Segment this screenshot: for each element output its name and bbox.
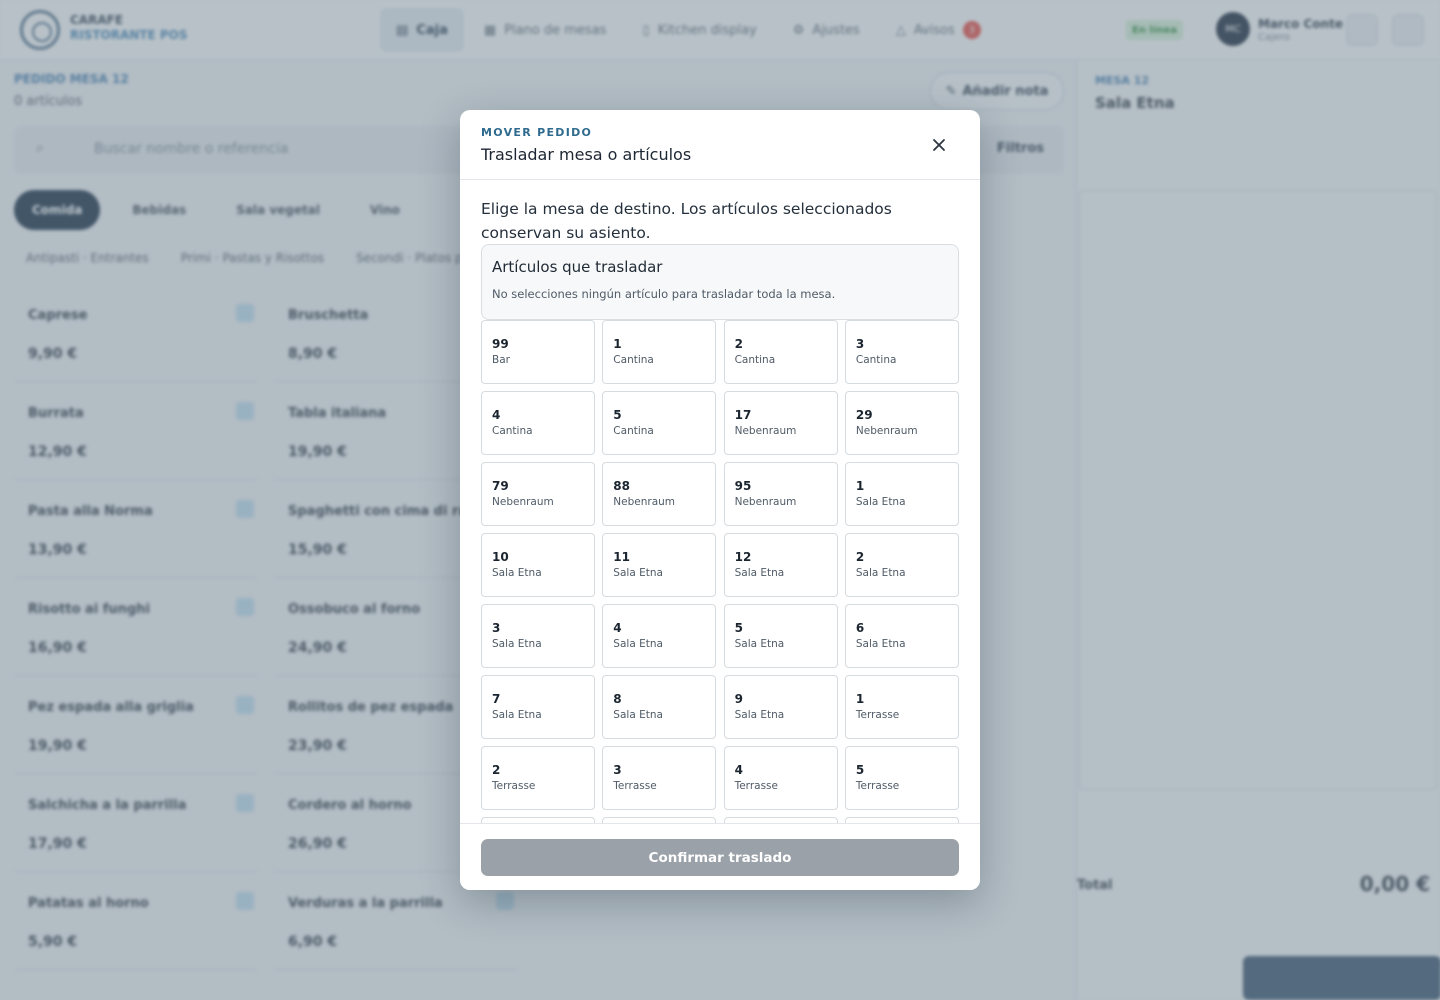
- table-option[interactable]: 11 Sala Etna: [602, 533, 717, 597]
- items-to-move-section: Artículos que trasladar No selecciones n…: [481, 244, 959, 320]
- table-option[interactable]: 6 Sala Etna: [844, 604, 959, 668]
- table-number: 1: [613, 337, 622, 351]
- table-number: 3: [855, 337, 865, 351]
- close-button[interactable]: [924, 130, 954, 160]
- table-number: 2: [734, 337, 743, 351]
- table-option[interactable]: 2 Terrasse: [481, 746, 595, 810]
- table-room: Sala Etna: [613, 709, 663, 721]
- table-number: 10: [492, 550, 509, 564]
- table-option[interactable]: 1 Sala Etna: [844, 462, 959, 526]
- table-number: 9: [734, 692, 743, 706]
- table-room: Cantina: [613, 354, 654, 366]
- table-room: Sala Etna: [734, 638, 785, 650]
- table-option[interactable]: 17 Nebenraum: [723, 391, 838, 455]
- table-room: Cantina: [492, 425, 533, 437]
- dialog-header: MOVER PEDIDO Trasladar mesa o artículos: [460, 110, 980, 180]
- table-option[interactable]: 1 Terrasse: [844, 675, 959, 739]
- table-number: 11: [613, 550, 630, 564]
- table-room: Sala Etna: [855, 638, 906, 650]
- table-option[interactable]: 29 Nebenraum: [844, 391, 959, 455]
- items-to-move-hint: No selecciones ningún artículo para tras…: [492, 287, 836, 301]
- table-room: Nebenraum: [855, 425, 918, 437]
- table-room: Sala Etna: [734, 567, 785, 579]
- table-number: 4: [613, 621, 622, 635]
- table-number: 4: [734, 763, 743, 777]
- dialog-body[interactable]: Elige la mesa de destino. Los artículos …: [460, 181, 980, 823]
- table-option[interactable]: 2 Sala Etna: [844, 533, 959, 597]
- table-number: 5: [613, 408, 622, 422]
- table-room: Cantina: [613, 425, 654, 437]
- table-number: 2: [492, 763, 501, 777]
- table-room: Bar: [492, 354, 510, 366]
- table-room: Sala Etna: [492, 709, 542, 721]
- table-number: 3: [613, 763, 622, 777]
- table-option[interactable]: 95 Nebenraum: [723, 462, 838, 526]
- table-number: 99: [492, 337, 509, 351]
- table-option[interactable]: 4 Terrasse: [723, 746, 838, 810]
- destination-table-grid: 99 Bar 1 Cantina 2 Cantina 3 Cantina 4 Cantina 5 Ca…: [481, 320, 959, 823]
- table-option[interactable]: 3 Terrasse: [602, 746, 717, 810]
- table-option[interactable]: 2 Cantina: [723, 320, 838, 384]
- table-room: Nebenraum: [734, 496, 797, 508]
- table-option[interactable]: 10 Sala Etna: [481, 533, 595, 597]
- table-number: 5: [855, 763, 865, 777]
- table-number: 95: [734, 479, 752, 493]
- table-option[interactable]: 9 Sala Etna: [723, 675, 838, 739]
- table-option[interactable]: 4 Sala Etna: [602, 604, 717, 668]
- table-number: 6: [855, 621, 865, 635]
- table-number: 5: [734, 621, 743, 635]
- close-icon: [933, 139, 945, 151]
- table-option[interactable]: 1 Cantina: [602, 320, 717, 384]
- table-number: 17: [734, 408, 752, 422]
- table-number: 88: [613, 479, 630, 493]
- table-option[interactable]: 7 Sala Etna: [481, 675, 595, 739]
- table-room: Cantina: [734, 354, 776, 366]
- table-number: 12: [734, 550, 752, 564]
- table-room: Terrasse: [855, 780, 900, 792]
- table-option[interactable]: 3 Sala Etna: [481, 604, 595, 668]
- table-room: Nebenraum: [613, 496, 676, 508]
- table-room: Sala Etna: [613, 638, 663, 650]
- table-room: Sala Etna: [492, 567, 542, 579]
- table-option[interactable]: 79 Nebenraum: [481, 462, 595, 526]
- table-room: Nebenraum: [492, 496, 554, 508]
- table-number: 8: [613, 692, 622, 706]
- table-number: 3: [492, 621, 501, 635]
- table-number: 7: [492, 692, 501, 706]
- table-number: 2: [855, 550, 865, 564]
- table-number: 1: [855, 692, 865, 706]
- table-room: Sala Etna: [492, 638, 542, 650]
- table-option[interactable]: 99 Bar: [481, 320, 595, 384]
- table-number: 1: [855, 479, 865, 493]
- table-room: Terrasse: [734, 780, 778, 792]
- table-option[interactable]: 88 Nebenraum: [602, 462, 717, 526]
- table-option[interactable]: 5 Sala Etna: [723, 604, 838, 668]
- table-option[interactable]: 5 Cantina: [602, 391, 717, 455]
- table-room: Nebenraum: [734, 425, 797, 437]
- dialog-eyebrow: MOVER PEDIDO: [481, 126, 593, 139]
- confirm-move-button[interactable]: Confirmar traslado: [481, 839, 959, 876]
- table-room: Sala Etna: [613, 567, 663, 579]
- table-option[interactable]: 4 Cantina: [481, 391, 595, 455]
- table-room: Terrasse: [855, 709, 900, 721]
- dialog-description: Elige la mesa de destino. Los artículos …: [481, 200, 892, 242]
- table-number: 4: [492, 408, 501, 422]
- table-room: Cantina: [855, 354, 897, 366]
- table-option[interactable]: 8 Sala Etna: [602, 675, 717, 739]
- table-room: Sala Etna: [734, 709, 785, 721]
- table-room: Terrasse: [492, 780, 536, 792]
- move-order-dialog: MOVER PEDIDO Trasladar mesa o artículos …: [460, 110, 980, 890]
- items-to-move-title: Artículos que trasladar: [492, 258, 663, 276]
- table-room: Sala Etna: [855, 567, 906, 579]
- table-number: 79: [492, 479, 509, 493]
- table-option[interactable]: 5 Terrasse: [844, 746, 959, 810]
- table-number: 29: [855, 408, 873, 422]
- table-option[interactable]: 3 Cantina: [844, 320, 959, 384]
- table-room: Terrasse: [613, 780, 657, 792]
- table-room: Sala Etna: [855, 496, 906, 508]
- dialog-footer: Confirmar traslado: [460, 823, 980, 890]
- table-option[interactable]: 12 Sala Etna: [723, 533, 838, 597]
- dialog-title: Trasladar mesa o artículos: [481, 145, 692, 164]
